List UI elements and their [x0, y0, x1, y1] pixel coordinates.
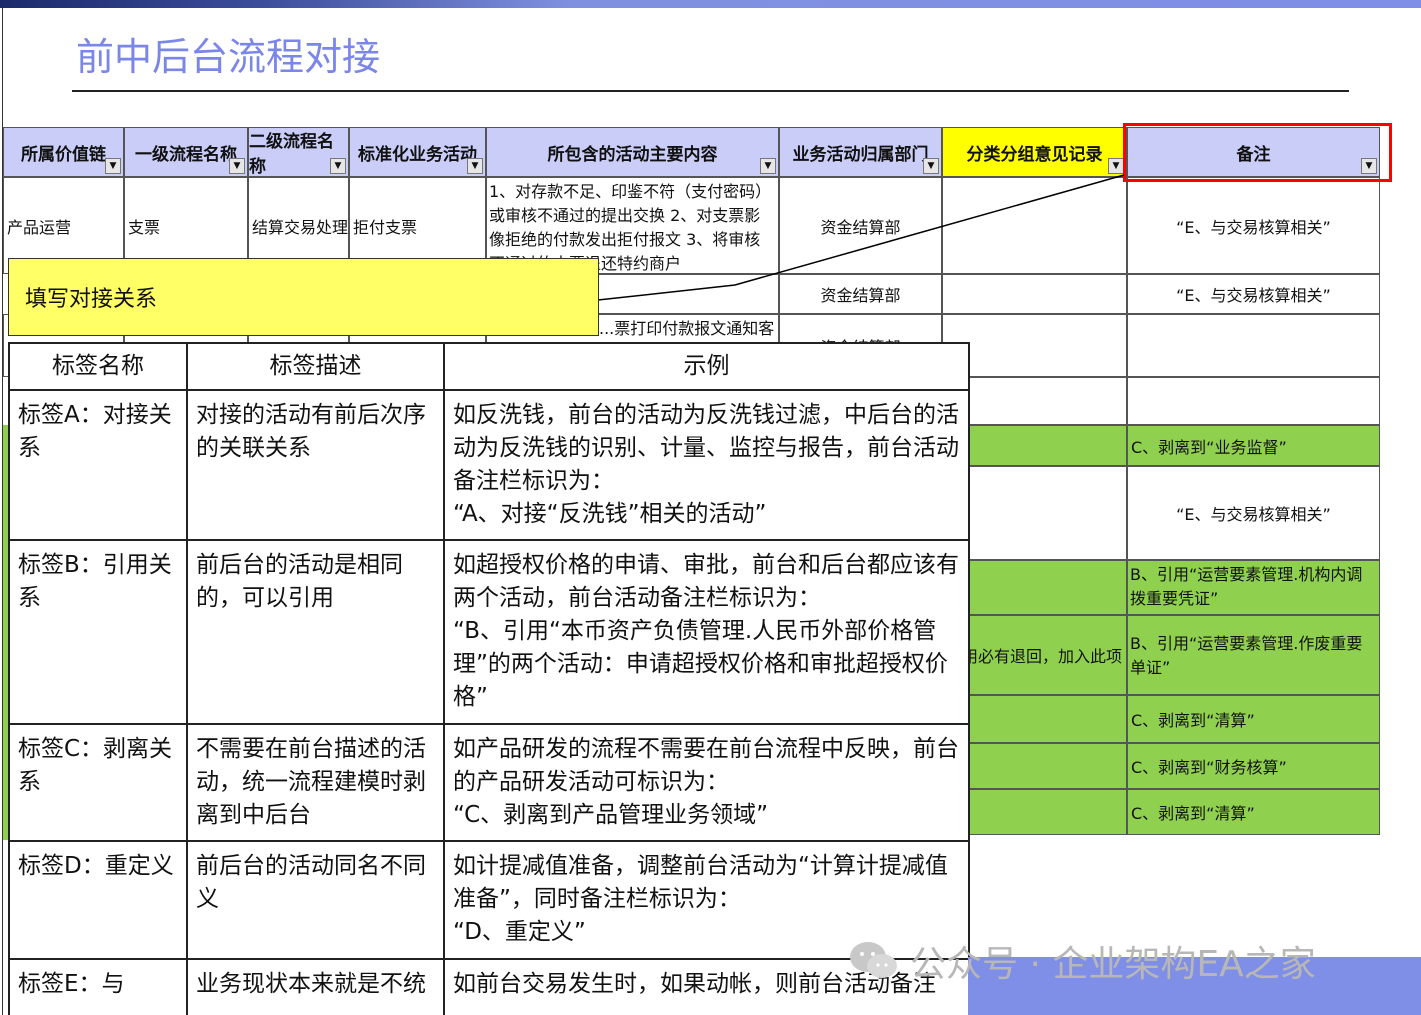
label-name: 标签B：引用关系: [8, 539, 188, 725]
slide: 前中后台流程对接 所属价值链 ▼ 一级流程名称 ▼ 二级流程名称 ▼ 标准化业务活动 ▼…: [0, 0, 1421, 1015]
header-label-desc: 标签描述: [186, 342, 445, 391]
label-desc: 前后台的活动是相同的，可以引用: [186, 539, 445, 725]
table-row: 标签C：剥离关系 不需要在前台描述的活动，统一流程建模时剥离到中后台 如产品研发…: [8, 723, 970, 842]
table-row: 标签D：重定义 前后台的活动同名不同义 如计提减值准备，调整前台活动为“计算计提…: [8, 840, 970, 960]
label-desc: 对接的活动有前后次序的关联关系: [186, 389, 445, 541]
label-desc: 不需要在前台描述的活动，统一流程建模时剥离到中后台: [186, 723, 445, 842]
callout-note: 填写对接关系: [8, 258, 599, 336]
label-example: 如超授权价格的申请、审批，前台和后台都应该有两个活动，前台活动备注栏标识为： “B…: [443, 539, 970, 725]
header-example: 示例: [443, 342, 970, 391]
label-name: 标签D：重定义: [8, 840, 188, 960]
watermark: 公众号 · 企业架构EA之家: [848, 935, 1316, 987]
wechat-icon: [848, 939, 900, 983]
table-row: 标签B：引用关系 前后台的活动是相同的，可以引用 如超授权价格的申请、审批，前台…: [8, 539, 970, 725]
table-header-row: 标签名称 标签描述 示例: [8, 342, 970, 391]
table-row: 标签A：对接关系 对接的活动有前后次序的关联关系 如反洗钱，前台的活动为反洗钱过…: [8, 389, 970, 541]
label-example: 如产品研发的流程不需要在前台流程中反映，前台的产品研发活动可标识为： “C、剥离到…: [443, 723, 970, 842]
label-name: 标签E：与: [8, 958, 188, 1015]
header-label-name: 标签名称: [8, 342, 188, 391]
label-definition-table: 标签名称 标签描述 示例 标签A：对接关系 对接的活动有前后次序的关联关系 如反…: [8, 342, 970, 1015]
label-name: 标签A：对接关系: [8, 389, 188, 541]
label-desc: 业务现状本来就是不统: [186, 958, 445, 1015]
label-example: 如反洗钱，前台的活动为反洗钱过滤，中后台的活动为反洗钱的识别、计量、监控与报告，…: [443, 389, 970, 541]
label-name: 标签C：剥离关系: [8, 723, 188, 842]
table-row: 标签E：与 业务现状本来就是不统 如前台交易发生时，如果动帐，则前台活动备注: [8, 958, 970, 1015]
label-desc: 前后台的活动同名不同义: [186, 840, 445, 960]
